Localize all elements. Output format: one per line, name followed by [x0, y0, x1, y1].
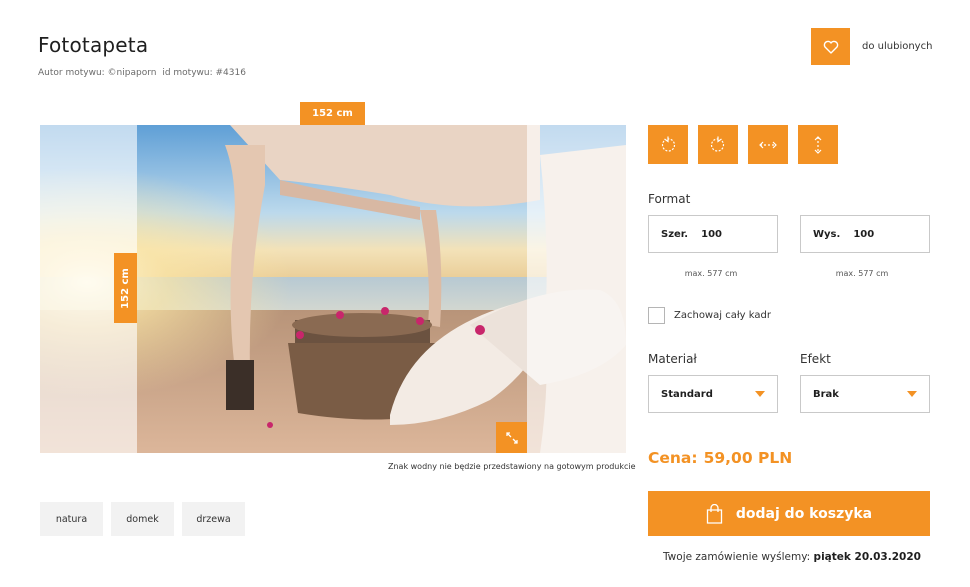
width-dimension-text: 152 cm	[312, 108, 353, 119]
material-selected-value: Standard	[661, 388, 713, 400]
keep-frame-label[interactable]: Zachowaj cały kadr	[674, 310, 771, 321]
tag-natura[interactable]: natura	[40, 502, 103, 536]
width-dimension-badge: 152 cm	[300, 102, 365, 125]
price: Cena: 59,00 PLN	[648, 449, 792, 467]
fullscreen-button[interactable]	[496, 422, 527, 453]
watermark-note: Znak wodny nie będzie przedstawiony na g…	[388, 462, 636, 471]
chevron-down-icon	[907, 391, 917, 397]
height-max-hint: max. 577 cm	[835, 269, 889, 278]
favorites-label[interactable]: do ulubionych	[862, 41, 932, 52]
shipping-date: piątek 20.03.2020	[813, 551, 921, 563]
height-dimension-text: 152 cm	[120, 267, 132, 309]
flip-horizontal-button[interactable]	[748, 125, 788, 164]
width-field[interactable]: Szer. 100	[648, 215, 778, 253]
flip-vertical-button[interactable]	[798, 125, 838, 164]
format-label: Format	[648, 192, 691, 206]
motif-id-text: id motywu: #4316	[162, 68, 246, 78]
effect-label: Efekt	[800, 352, 831, 366]
material-select[interactable]: Standard	[648, 375, 778, 413]
rotate-left-button[interactable]	[648, 125, 688, 164]
expand-icon	[505, 431, 518, 444]
chevron-down-icon	[755, 391, 765, 397]
height-field-label: Wys.	[813, 228, 841, 240]
product-meta: Autor motywu: ©nipaporn id motywu: #4316	[38, 68, 246, 78]
shopping-bag-icon	[706, 503, 723, 524]
shipping-info: Twoje zamówienie wyślemy: piątek 20.03.2…	[663, 551, 921, 563]
price-label: Cena:	[648, 449, 698, 467]
width-max-hint: max. 577 cm	[684, 269, 738, 278]
add-to-cart-button[interactable]: dodaj do koszyka	[648, 491, 930, 536]
material-label: Materiał	[648, 352, 697, 366]
flip-vertical-icon	[814, 135, 822, 154]
rotate-right-button[interactable]	[698, 125, 738, 164]
keep-frame-checkbox[interactable]	[648, 307, 665, 324]
crop-overlay-right	[527, 125, 626, 453]
page-title: Fototapeta	[38, 33, 149, 57]
width-field-value[interactable]: 100	[701, 229, 722, 240]
image-tools	[648, 125, 838, 164]
height-field[interactable]: Wys. 100	[800, 215, 930, 253]
height-field-value[interactable]: 100	[853, 229, 874, 240]
height-dimension-badge: 152 cm	[114, 253, 137, 323]
flip-horizontal-icon	[759, 141, 777, 148]
effect-selected-value: Brak	[813, 388, 839, 400]
tag-domek[interactable]: domek	[111, 502, 174, 536]
rotate-left-icon	[661, 136, 676, 152]
price-value: 59,00 PLN	[703, 449, 793, 467]
tag-drzewa[interactable]: drzewa	[182, 502, 245, 536]
add-to-cart-label[interactable]: dodaj do koszyka	[736, 506, 872, 522]
heart-icon[interactable]	[811, 28, 850, 65]
rotate-right-icon	[710, 136, 725, 152]
width-field-label: Szer.	[661, 228, 689, 240]
shipping-text: Twoje zamówienie wyślemy:	[663, 551, 811, 563]
author-text: Autor motywu: ©nipaporn	[38, 68, 157, 78]
add-to-favorites-button[interactable]: do ulubionych	[811, 28, 932, 65]
effect-select[interactable]: Brak	[800, 375, 930, 413]
